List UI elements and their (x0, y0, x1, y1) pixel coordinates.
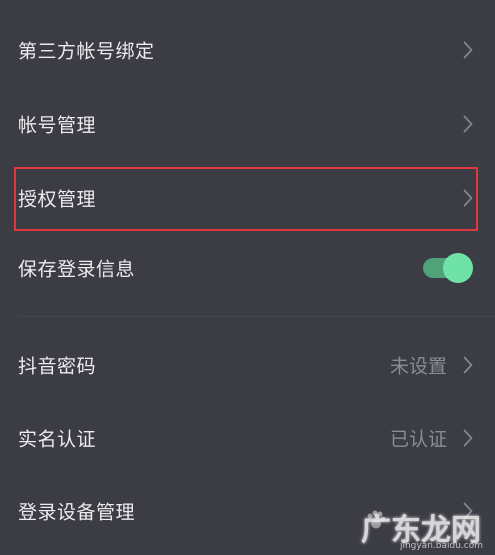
settings-item-third-party-binding[interactable]: 第三方帐号绑定 (0, 14, 495, 86)
settings-item-douyin-password[interactable]: 抖音密码 未设置 (0, 329, 495, 401)
settings-item-label: 第三方帐号绑定 (18, 40, 155, 63)
settings-item-save-login-info: 保存登录信息 (0, 232, 495, 304)
chevron-right-icon (463, 429, 473, 447)
chevron-right-icon (463, 115, 473, 133)
chevron-right-icon (463, 41, 473, 59)
settings-item-label: 抖音密码 (18, 355, 97, 378)
save-login-toggle[interactable] (423, 253, 473, 283)
highlight-box (14, 167, 478, 231)
section-divider (18, 316, 495, 317)
settings-item-value: 未设置 (389, 355, 447, 378)
settings-item-label: 登录设备管理 (18, 501, 136, 524)
toggle-knob (443, 253, 473, 283)
watermark-subtext: jingyan.baidu.com (399, 541, 483, 551)
watermark: 广东龙网 jingyan.baidu.com (347, 501, 487, 551)
settings-item-label: 帐号管理 (18, 114, 97, 137)
chevron-right-icon (463, 356, 473, 374)
settings-item-value: 已认证 (389, 428, 447, 451)
settings-item-account-management[interactable]: 帐号管理 (0, 88, 495, 160)
settings-item-label: 实名认证 (18, 428, 97, 451)
settings-item-label: 保存登录信息 (18, 258, 136, 281)
settings-item-real-name-verification[interactable]: 实名认证 已认证 (0, 402, 495, 474)
